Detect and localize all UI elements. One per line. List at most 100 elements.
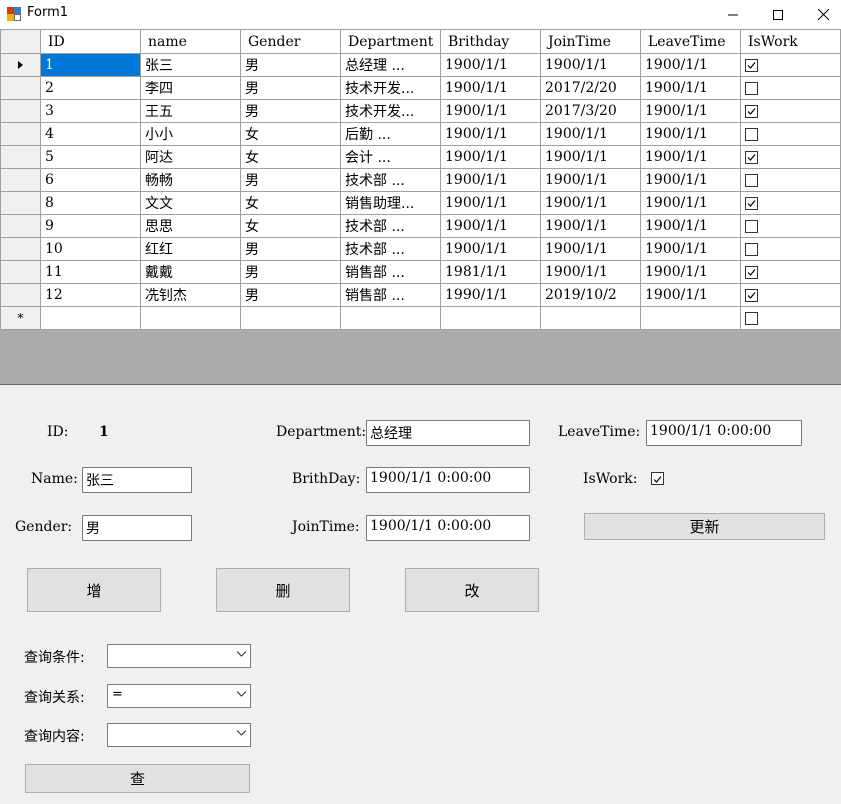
table-row[interactable]: 1 张三男总经理 ... 1900/1/1 1900/1/1 1900/1/1	[0, 53, 841, 77]
cell-leavetime[interactable]: 1900/1/1	[640, 237, 741, 261]
row-header[interactable]	[0, 76, 41, 100]
department-input[interactable]: 总经理	[366, 420, 530, 446]
new-row-cell[interactable]	[640, 306, 741, 330]
cell-gender[interactable]: 女	[240, 191, 341, 215]
birthday-input[interactable]: 1900/1/1 0:00:00	[366, 467, 530, 493]
column-header-department[interactable]: Department	[340, 29, 441, 54]
cell-jointime[interactable]: 1900/1/1	[540, 191, 641, 215]
iswork-cell-checkbox[interactable]	[745, 58, 758, 72]
cell-iswork[interactable]	[740, 122, 841, 146]
cell-leavetime[interactable]: 1900/1/1	[640, 168, 741, 192]
column-header-name[interactable]: name	[140, 29, 241, 54]
row-header[interactable]	[0, 168, 41, 192]
cell-jointime[interactable]: 2019/10/2	[540, 283, 641, 307]
cell-name[interactable]: 文文	[140, 191, 241, 215]
new-row-header[interactable]: *	[0, 306, 41, 330]
table-row[interactable]: 11 戴戴男销售部 ... 1981/1/1 1900/1/1 1900/1/1	[0, 260, 841, 284]
cell-iswork[interactable]	[740, 283, 841, 307]
cell-iswork[interactable]	[740, 145, 841, 169]
cell-leavetime[interactable]: 1900/1/1	[640, 76, 741, 100]
table-row[interactable]: 5 阿达女会计 ... 1900/1/1 1900/1/1 1900/1/1	[0, 145, 841, 169]
cell-name[interactable]: 冼钊杰	[140, 283, 241, 307]
cell-leavetime[interactable]: 1900/1/1	[640, 191, 741, 215]
new-row-cell[interactable]	[440, 306, 541, 330]
cell-iswork[interactable]	[740, 260, 841, 284]
cell-birthday[interactable]: 1900/1/1	[440, 191, 541, 215]
cell-gender[interactable]: 男	[240, 260, 341, 284]
cell-jointime[interactable]: 1900/1/1	[540, 214, 641, 238]
iswork-cell-checkbox[interactable]	[745, 173, 758, 187]
cell-name[interactable]: 张三	[140, 53, 241, 77]
cell-jointime[interactable]: 2017/2/20	[540, 76, 641, 100]
cell-id[interactable]: 6	[40, 168, 141, 192]
row-header[interactable]	[0, 214, 41, 238]
cell-department[interactable]: 技术部 ...	[340, 214, 441, 238]
cell-jointime[interactable]: 1900/1/1	[540, 237, 641, 261]
query-relation-select[interactable]: =	[107, 684, 251, 708]
cell-birthday[interactable]: 1981/1/1	[440, 260, 541, 284]
cell-department[interactable]: 总经理 ...	[340, 53, 441, 77]
cell-birthday[interactable]: 1900/1/1	[440, 168, 541, 192]
iswork-checkbox[interactable]	[651, 472, 664, 485]
cell-id[interactable]: 5	[40, 145, 141, 169]
search-button[interactable]: 查	[25, 764, 250, 793]
cell-name[interactable]: 红红	[140, 237, 241, 261]
table-row[interactable]: 3 王五男技术开发... 1900/1/1 2017/3/20 1900/1/1	[0, 99, 841, 123]
cell-department[interactable]: 技术部 ...	[340, 168, 441, 192]
cell-id[interactable]: 2	[40, 76, 141, 100]
cell-name[interactable]: 阿达	[140, 145, 241, 169]
iswork-cell-checkbox[interactable]	[745, 127, 758, 141]
cell-leavetime[interactable]: 1900/1/1	[640, 53, 741, 77]
query-content-select[interactable]	[107, 723, 251, 747]
row-header[interactable]	[0, 53, 41, 77]
column-header-gender[interactable]: Gender	[240, 29, 341, 54]
iswork-cell-checkbox[interactable]	[745, 150, 758, 164]
cell-iswork[interactable]	[740, 76, 841, 100]
cell-id[interactable]: 1	[40, 53, 141, 77]
cell-iswork[interactable]	[740, 214, 841, 238]
cell-leavetime[interactable]: 1900/1/1	[640, 145, 741, 169]
cell-leavetime[interactable]: 1900/1/1	[640, 260, 741, 284]
cell-birthday[interactable]: 1990/1/1	[440, 283, 541, 307]
cell-name[interactable]: 李四	[140, 76, 241, 100]
cell-jointime[interactable]: 1900/1/1	[540, 168, 641, 192]
cell-department[interactable]: 后勤 ...	[340, 122, 441, 146]
add-button[interactable]: 增	[27, 568, 161, 612]
row-header[interactable]	[0, 122, 41, 146]
cell-gender[interactable]: 男	[240, 168, 341, 192]
cell-gender[interactable]: 男	[240, 283, 341, 307]
cell-iswork[interactable]	[740, 237, 841, 261]
cell-name[interactable]: 思思	[140, 214, 241, 238]
query-condition-select[interactable]	[107, 644, 251, 668]
table-row[interactable]: 4 小小女后勤 ... 1900/1/1 1900/1/1 1900/1/1	[0, 122, 841, 146]
table-row[interactable]: 8 文文女销售助理... 1900/1/1 1900/1/1 1900/1/1	[0, 191, 841, 215]
cell-gender[interactable]: 男	[240, 237, 341, 261]
iswork-cell-checkbox[interactable]	[745, 81, 758, 95]
cell-gender[interactable]: 男	[240, 53, 341, 77]
cell-gender[interactable]: 男	[240, 76, 341, 100]
cell-birthday[interactable]: 1900/1/1	[440, 122, 541, 146]
cell-leavetime[interactable]: 1900/1/1	[640, 283, 741, 307]
minimize-button[interactable]	[710, 0, 756, 29]
cell-name[interactable]: 王五	[140, 99, 241, 123]
name-input[interactable]: 张三	[82, 467, 192, 493]
cell-id[interactable]: 11	[40, 260, 141, 284]
cell-name[interactable]: 戴戴	[140, 260, 241, 284]
maximize-button[interactable]	[755, 0, 801, 29]
new-row-cell[interactable]	[140, 306, 241, 330]
cell-department[interactable]: 销售部 ...	[340, 260, 441, 284]
cell-birthday[interactable]: 1900/1/1	[440, 53, 541, 77]
row-header[interactable]	[0, 283, 41, 307]
cell-gender[interactable]: 女	[240, 122, 341, 146]
row-header[interactable]	[0, 260, 41, 284]
cell-name[interactable]: 小小	[140, 122, 241, 146]
cell-leavetime[interactable]: 1900/1/1	[640, 122, 741, 146]
row-header[interactable]	[0, 99, 41, 123]
cell-department[interactable]: 销售部 ...	[340, 283, 441, 307]
iswork-cell-checkbox[interactable]	[745, 104, 758, 118]
iswork-cell-checkbox[interactable]	[745, 242, 758, 256]
table-row[interactable]: 6 畅畅男技术部 ... 1900/1/1 1900/1/1 1900/1/1	[0, 168, 841, 192]
table-row[interactable]: 10 红红男技术部 ... 1900/1/1 1900/1/1 1900/1/1	[0, 237, 841, 261]
cell-department[interactable]: 技术开发...	[340, 99, 441, 123]
cell-id[interactable]: 10	[40, 237, 141, 261]
